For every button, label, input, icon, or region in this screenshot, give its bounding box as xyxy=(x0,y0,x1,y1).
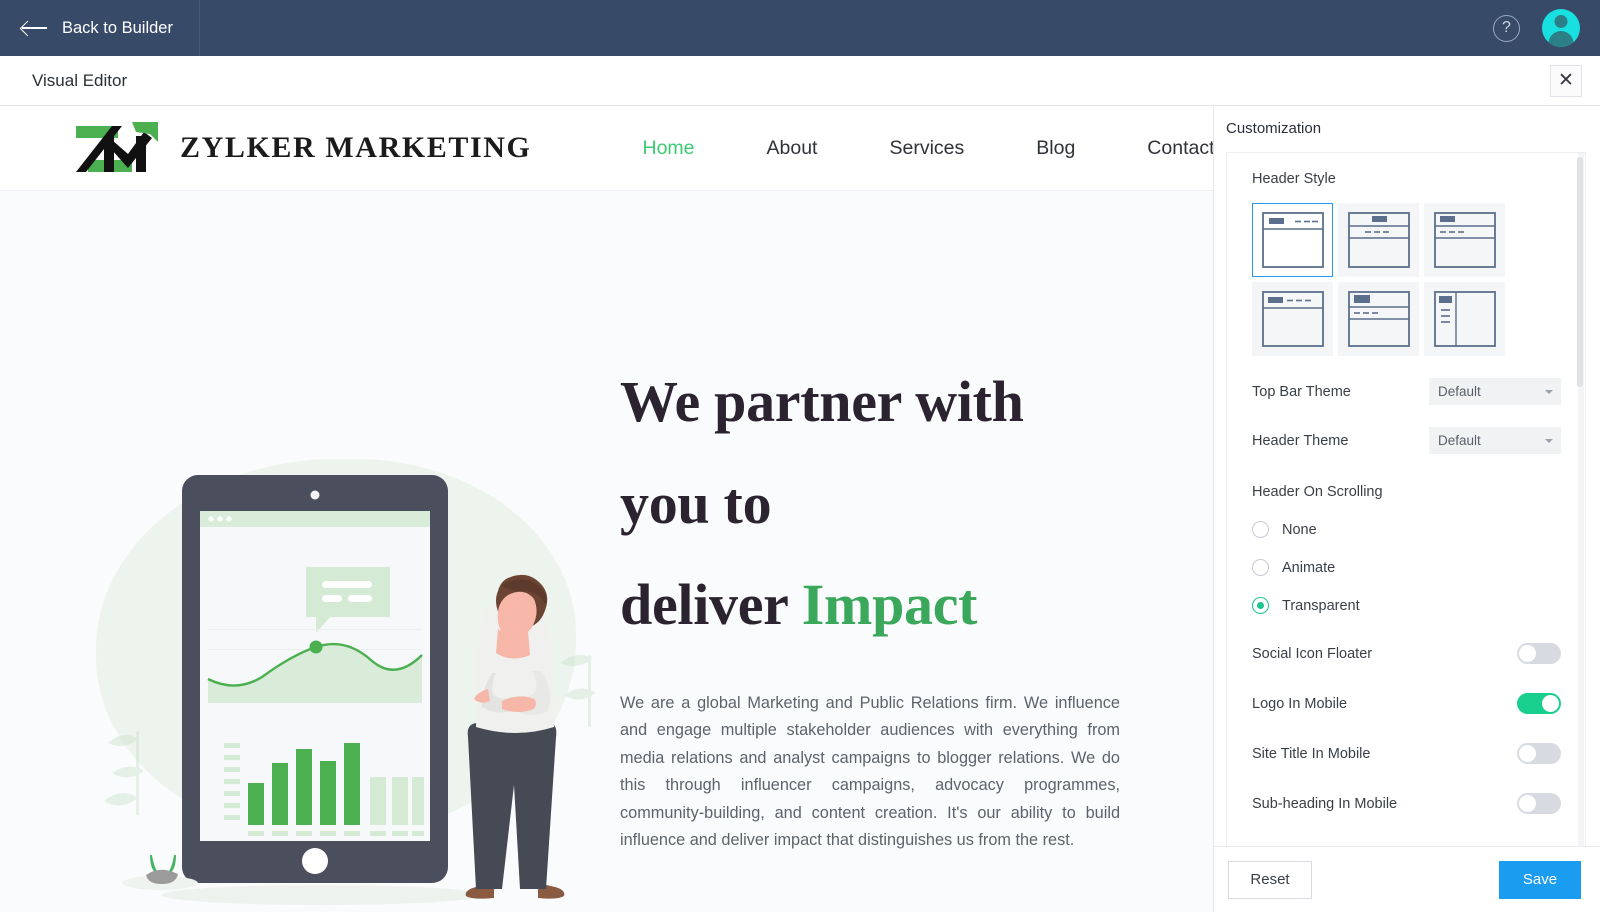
save-button[interactable]: Save xyxy=(1499,860,1581,899)
panel-scrollbar-track[interactable] xyxy=(1577,153,1584,846)
radio-transparent-label: Transparent xyxy=(1282,597,1360,614)
panel-scrollbar-thumb[interactable] xyxy=(1577,157,1583,387)
site-brand-name: ZYLKER MARKETING xyxy=(180,131,532,164)
top-bar-actions: ? xyxy=(1493,9,1600,47)
radio-none-icon[interactable] xyxy=(1252,521,1269,538)
radio-animate-label: Animate xyxy=(1282,559,1336,576)
header-theme-row: Header Theme Default xyxy=(1252,427,1561,454)
sub-heading-in-mobile-label: Sub-heading In Mobile xyxy=(1252,795,1398,812)
customization-panel: Customization Header Style Top Bar Theme… xyxy=(1213,106,1600,912)
chevron-down-icon xyxy=(1545,439,1553,443)
zm-monogram-arrow-logo xyxy=(76,122,158,172)
header-theme-value: Default xyxy=(1438,433,1481,448)
logo-in-mobile-toggle[interactable] xyxy=(1517,693,1561,714)
toggle-row-logo-in-mobile: Logo In Mobile xyxy=(1252,693,1561,714)
top-bar-theme-select[interactable]: Default xyxy=(1429,378,1561,405)
site-title-in-mobile-toggle[interactable] xyxy=(1517,743,1561,764)
hero-heading-line-1: We partner with xyxy=(620,369,1024,434)
nav-item-blog[interactable]: Blog xyxy=(1000,137,1111,160)
hero-heading-accent: Impact xyxy=(801,572,978,637)
hero-section: We partner with you to deliver Impact We… xyxy=(0,191,1213,912)
header-style-option-logo-left-menu-below[interactable] xyxy=(1424,203,1505,277)
page-title: Visual Editor xyxy=(32,70,128,90)
person-illustration xyxy=(465,574,565,899)
back-to-builder-label: Back to Builder xyxy=(62,18,173,37)
header-style-option-compact-inline[interactable] xyxy=(1252,282,1333,356)
site-logo[interactable]: ZYLKER MARKETING xyxy=(74,120,531,176)
header-theme-label: Header Theme xyxy=(1252,432,1349,449)
close-icon[interactable]: ✕ xyxy=(1550,64,1582,97)
hero-illustration xyxy=(104,475,596,905)
header-style-option-vertical-sidebar[interactable] xyxy=(1424,282,1505,356)
social-icon-floater-label: Social Icon Floater xyxy=(1252,645,1373,662)
radio-option-none[interactable]: None xyxy=(1252,521,1561,538)
site-header: ZYLKER MARKETING Home About Services Blo… xyxy=(0,106,1213,191)
customization-panel-body: Header Style Top Bar Theme Default Heade… xyxy=(1226,152,1586,846)
radio-transparent-icon[interactable] xyxy=(1252,597,1269,614)
header-theme-select[interactable]: Default xyxy=(1429,427,1561,454)
top-bar-theme-label: Top Bar Theme xyxy=(1252,383,1351,400)
header-on-scrolling-label: Header On Scrolling xyxy=(1252,484,1383,500)
top-bar-theme-value: Default xyxy=(1438,384,1481,399)
radio-option-transparent[interactable]: Transparent xyxy=(1252,597,1561,614)
customization-panel-footer: Reset Save xyxy=(1214,846,1600,912)
arrow-left-icon xyxy=(22,19,48,37)
header-style-option-logo-center-menu-below[interactable] xyxy=(1338,203,1419,277)
hero-heading-line-3: deliver xyxy=(620,572,802,637)
toggle-row-site-title-in-mobile: Site Title In Mobile xyxy=(1252,743,1561,764)
customization-panel-title: Customization xyxy=(1226,120,1322,137)
radio-option-animate[interactable]: Animate xyxy=(1252,559,1561,576)
hero-text-block: We partner with you to deliver Impact We… xyxy=(620,351,1120,912)
hero-paragraph: We are a global Marketing and Public Rel… xyxy=(620,693,1120,850)
social-icon-floater-toggle[interactable] xyxy=(1517,643,1561,664)
back-to-builder-button[interactable]: Back to Builder xyxy=(0,0,200,56)
header-style-option-logo-left-menu-stacked[interactable] xyxy=(1338,282,1419,356)
sub-heading-in-mobile-toggle[interactable] xyxy=(1517,793,1561,814)
website-preview-canvas: ZYLKER MARKETING Home About Services Blo… xyxy=(0,106,1213,912)
chevron-down-icon xyxy=(1545,390,1553,394)
help-circle-icon[interactable]: ? xyxy=(1493,14,1520,42)
header-style-label: Header Style xyxy=(1252,171,1336,187)
radio-animate-icon[interactable] xyxy=(1252,559,1269,576)
site-nav: Home About Services Blog Contact Us xyxy=(606,137,1213,160)
nav-item-contact-us[interactable]: Contact Us xyxy=(1111,137,1213,160)
toggle-row-social-icon-floater: Social Icon Floater xyxy=(1252,643,1561,664)
visual-editor-bar: Visual Editor ✕ xyxy=(0,56,1600,106)
customization-options-list: Header Style Top Bar Theme Default Heade… xyxy=(1227,153,1585,814)
top-bar-theme-row: Top Bar Theme Default xyxy=(1252,378,1561,405)
reset-button[interactable]: Reset xyxy=(1228,860,1312,899)
logo-in-mobile-label: Logo In Mobile xyxy=(1252,695,1348,712)
nav-item-about[interactable]: About xyxy=(731,137,854,160)
toggle-row-sub-heading-in-mobile: Sub-heading In Mobile xyxy=(1252,793,1561,814)
hero-heading-line-2: you to xyxy=(620,470,772,536)
radio-none-label: None xyxy=(1282,521,1317,538)
header-style-option-logo-left-menu-right[interactable] xyxy=(1252,203,1333,277)
hero-heading: We partner with you to deliver Impact xyxy=(620,351,1120,656)
header-style-thumbnail-grid xyxy=(1252,203,1561,356)
nav-item-home[interactable]: Home xyxy=(606,137,730,160)
user-avatar[interactable] xyxy=(1542,9,1580,47)
site-title-in-mobile-label: Site Title In Mobile xyxy=(1252,745,1371,762)
nav-item-services[interactable]: Services xyxy=(853,137,1000,160)
app-top-bar: Back to Builder ? xyxy=(0,0,1600,56)
